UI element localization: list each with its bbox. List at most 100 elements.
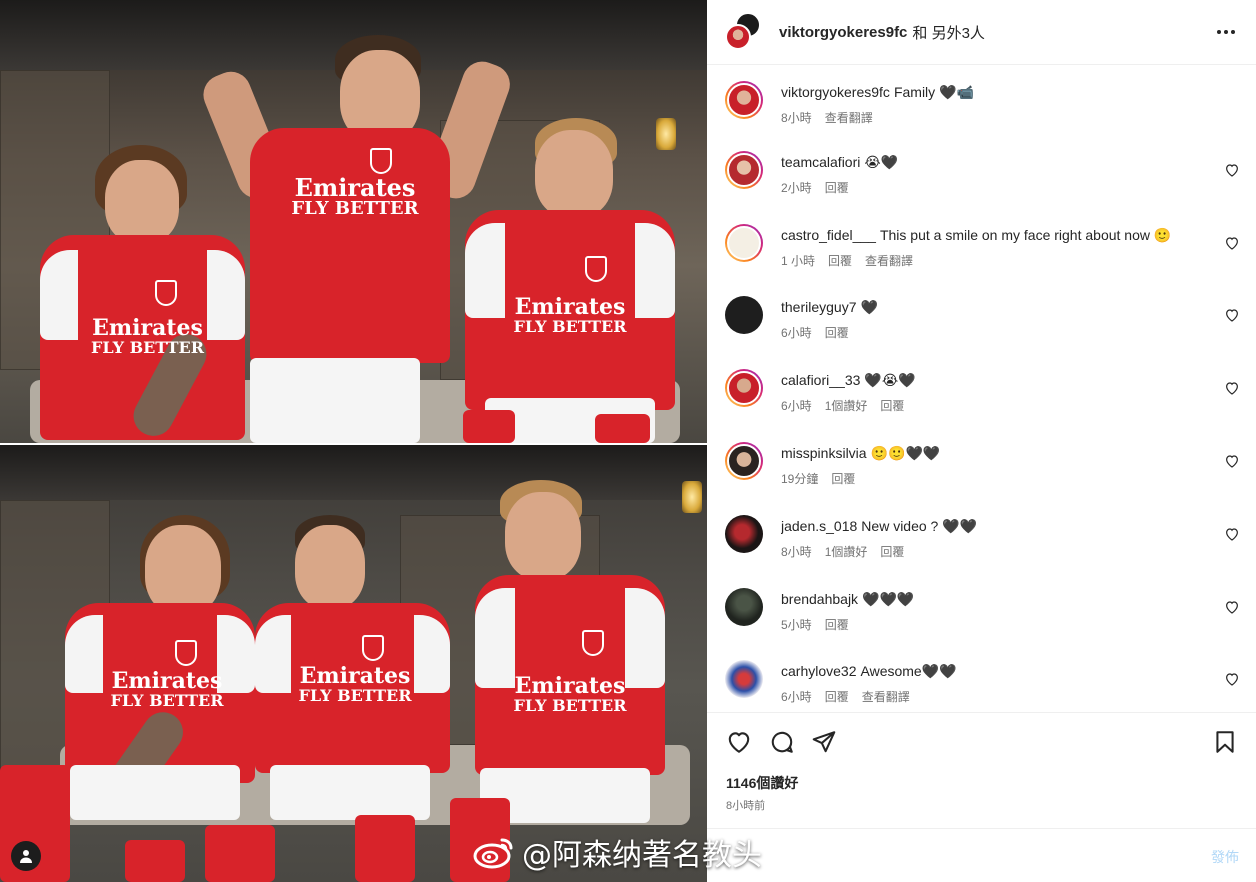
sponsor-text: Emirates	[294, 173, 416, 202]
comment-username[interactable]: calafiori__33	[781, 372, 860, 388]
comment-username[interactable]: castro_fidel___	[781, 227, 876, 243]
comment-icon[interactable]	[769, 729, 795, 755]
post-caption: viktorgyokeres9fc Family 🖤📹 8小時 查看翻譯	[723, 80, 1244, 140]
comment-time: 6小時	[781, 399, 812, 413]
comments-list[interactable]: viktorgyokeres9fc Family 🖤📹 8小時 查看翻譯 team…	[707, 66, 1256, 712]
post-owner-username[interactable]: viktorgyokeres9fc	[779, 24, 907, 41]
comment-username[interactable]: brendahbajk	[781, 591, 858, 607]
comment-time: 6小時	[781, 326, 812, 340]
comment-text: Awesome🖤🖤	[860, 663, 957, 679]
heart-icon[interactable]	[1224, 671, 1240, 687]
post-header: viktorgyokeres9fc 和 另外3人	[707, 0, 1256, 65]
avatar[interactable]	[725, 515, 763, 553]
sponsor-tagline: FLY BETTER	[298, 686, 412, 706]
reply-button[interactable]: 回覆	[880, 397, 904, 414]
comment-item: misspinksilvia 🙂🙂🖤🖤 19分鐘 回覆	[723, 441, 1244, 501]
reply-button[interactable]: 回覆	[825, 179, 849, 196]
avatar	[725, 24, 751, 50]
see-translation-link[interactable]: 查看翻譯	[862, 688, 910, 705]
coauthors-link[interactable]: 和 另外3人	[912, 22, 985, 43]
avatar[interactable]	[725, 369, 763, 407]
bookmark-icon[interactable]	[1212, 729, 1238, 755]
comment-input[interactable]	[771, 843, 1171, 869]
heart-icon[interactable]	[1224, 599, 1240, 615]
comment-username[interactable]: misspinksilvia	[781, 445, 867, 461]
like-count[interactable]: 1146個讚好	[726, 773, 798, 793]
weibo-watermark: @阿森纳著名教头	[472, 832, 762, 873]
comment-text: 🙂🙂🖤🖤	[870, 445, 941, 461]
coauthor-avatars[interactable]	[725, 12, 761, 50]
caption-time: 8小時	[781, 111, 812, 125]
reply-button[interactable]: 回覆	[825, 616, 849, 633]
tagged-users-button[interactable]	[11, 841, 41, 871]
sponsor-text: Emirates	[111, 668, 223, 694]
avatar[interactable]	[725, 81, 763, 119]
comment-username[interactable]: carhylove32	[781, 663, 857, 679]
sponsor-tagline: FLY BETTER	[90, 338, 205, 358]
comment-like-count[interactable]: 1個讚好	[825, 543, 868, 560]
watermark-text: @阿森纳著名教头	[522, 838, 762, 873]
player-center: Emirates FLY BETTER	[205, 515, 460, 882]
comment-time: 6小時	[781, 690, 812, 704]
player-right: Emirates FLY BETTER	[450, 480, 675, 882]
wall-lamp	[682, 481, 702, 513]
photo-top: Emirates FLY BETTER Emirates FLY BETTER	[0, 0, 707, 443]
sponsor-text: Emirates	[92, 315, 203, 341]
comment-item: brendahbajk 🖤🖤🖤 5小時 回覆	[723, 587, 1244, 647]
caption-text: Family 🖤📹	[893, 84, 974, 100]
reply-button[interactable]: 回覆	[828, 252, 852, 269]
heart-icon[interactable]	[1224, 162, 1240, 178]
add-comment-bar: 發佈	[707, 828, 1256, 882]
more-options-button[interactable]	[1212, 18, 1240, 46]
caption-username[interactable]: viktorgyokeres9fc	[781, 84, 890, 100]
heart-icon[interactable]	[1224, 235, 1240, 251]
heart-icon[interactable]	[1224, 453, 1240, 469]
reply-button[interactable]: 回覆	[880, 543, 904, 560]
comment-item: teamcalafiori 😭🖤 2小時 回覆	[723, 150, 1244, 210]
avatar[interactable]	[725, 442, 763, 480]
heart-icon[interactable]	[1224, 526, 1240, 542]
sponsor-text: Emirates	[514, 673, 626, 699]
comment-item: calafiori__33 🖤😭🖤 6小時 1個讚好 回覆	[723, 368, 1244, 428]
avatar[interactable]	[725, 660, 763, 698]
avatar[interactable]	[725, 151, 763, 189]
sponsor-tagline: FLY BETTER	[513, 696, 627, 716]
profile-icon	[20, 850, 32, 863]
reply-button[interactable]: 回覆	[825, 688, 849, 705]
comment-time: 1 小時	[781, 254, 816, 268]
see-translation-link[interactable]: 查看翻譯	[865, 252, 913, 269]
reply-button[interactable]: 回覆	[831, 470, 855, 487]
post-side-panel: viktorgyokeres9fc 和 另外3人 viktorgyokeres9…	[707, 0, 1256, 882]
avatar[interactable]	[725, 224, 763, 262]
heart-icon[interactable]	[1224, 307, 1240, 323]
heart-icon[interactable]	[1224, 380, 1240, 396]
comment-time: 2小時	[781, 181, 812, 195]
reply-button[interactable]: 回覆	[825, 324, 849, 341]
sponsor-text: Emirates	[514, 294, 626, 320]
comment-item: castro_fidel___ This put a smile on my fa…	[723, 223, 1244, 283]
player-right: Emirates FLY BETTER	[455, 118, 680, 443]
see-translation-link[interactable]: 查看翻譯	[825, 109, 873, 126]
sponsor-tagline: FLY BETTER	[291, 198, 419, 220]
sponsor-tagline: FLY BETTER	[513, 317, 627, 337]
comment-text: 🖤😭🖤	[864, 372, 916, 388]
avatar[interactable]	[725, 588, 763, 626]
comment-username[interactable]: jaden.s_018	[781, 518, 857, 534]
comment-text: 🖤	[860, 299, 878, 315]
comment-text: This put a smile on my face right about …	[879, 227, 1172, 243]
post-actions: 1146個讚好 8小時前	[707, 712, 1256, 828]
avatar[interactable]	[725, 296, 763, 334]
comment-time: 5小時	[781, 618, 812, 632]
post-photo-carousel[interactable]: Emirates FLY BETTER Emirates FLY BETTER	[0, 0, 707, 882]
post-time: 8小時前	[726, 800, 766, 812]
comment-like-count[interactable]: 1個讚好	[825, 397, 868, 414]
comment-text: New video ? 🖤🖤	[861, 518, 978, 534]
comment-item: therileyguy7 🖤 6小時 回覆	[723, 295, 1244, 355]
comment-username[interactable]: therileyguy7	[781, 299, 857, 315]
comment-username[interactable]: teamcalafiori	[781, 154, 860, 170]
post-comment-button[interactable]: 發佈	[1211, 847, 1239, 867]
share-icon[interactable]	[811, 729, 837, 755]
weibo-icon	[473, 838, 513, 869]
comment-text: 😭🖤	[864, 154, 899, 170]
like-heart-icon[interactable]	[726, 729, 752, 755]
